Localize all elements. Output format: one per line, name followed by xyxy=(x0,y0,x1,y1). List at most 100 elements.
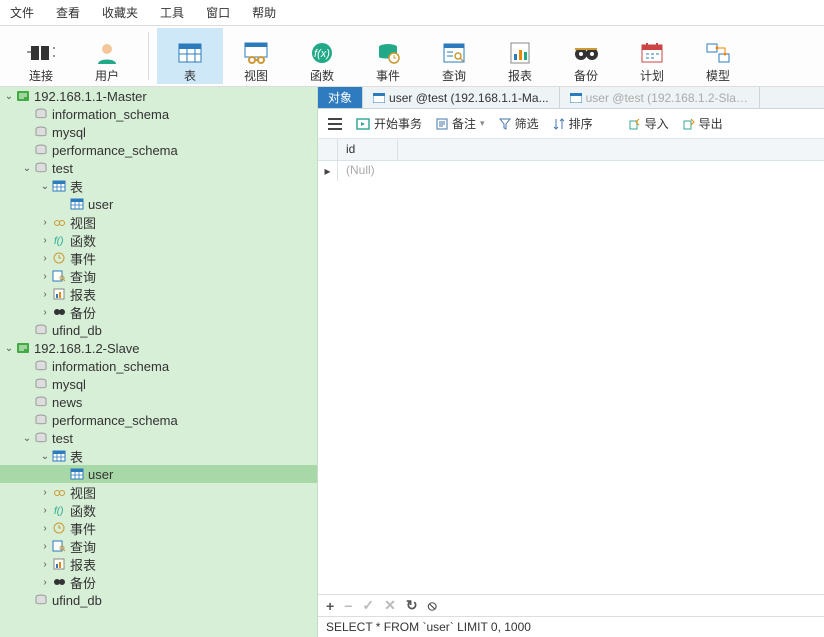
cancel-button[interactable]: ✕ xyxy=(384,597,396,614)
toolbar-backup-button[interactable]: 备份 xyxy=(553,28,619,84)
tab-user-master[interactable]: user @test (192.168.1.1-Ma... xyxy=(363,87,560,108)
toolbar-user-button[interactable]: 用户 xyxy=(74,28,140,84)
menu-view[interactable]: 查看 xyxy=(56,4,80,21)
toolbar-event-button[interactable]: 事件 xyxy=(355,28,421,84)
tree-node-db[interactable]: ufind_db xyxy=(0,321,317,339)
tree-node-label: 事件 xyxy=(70,249,96,268)
tree-node-table[interactable]: user xyxy=(0,465,317,483)
expand-icon[interactable]: › xyxy=(40,487,50,498)
collapse-icon[interactable]: ⌄ xyxy=(4,91,14,102)
tree-node-views[interactable]: ›视图 xyxy=(0,483,317,501)
tree-node-conn[interactable]: ⌄192.168.1.2-Slave xyxy=(0,339,317,357)
tree-node-db[interactable]: ⌄test xyxy=(0,429,317,447)
tab-user-slave[interactable]: user @test (192.168.1.2-Slav... xyxy=(560,87,760,108)
expand-icon[interactable]: › xyxy=(40,559,50,570)
stop-button[interactable]: ⦸ xyxy=(428,597,437,614)
tab-objects[interactable]: 对象 xyxy=(318,87,363,108)
tree-node-tables[interactable]: ⌄表 xyxy=(0,447,317,465)
grid-cell[interactable]: (Null) xyxy=(338,161,398,181)
tree-node-db[interactable]: news xyxy=(0,393,317,411)
menu-favorites[interactable]: 收藏夹 xyxy=(102,4,138,21)
tree-node-db[interactable]: performance_schema xyxy=(0,141,317,159)
funcs-icon: f() xyxy=(51,233,67,247)
tree-node-events[interactable]: ›事件 xyxy=(0,519,317,537)
data-grid[interactable]: id ▸ (Null) xyxy=(318,139,824,594)
tree-node-conn[interactable]: ⌄192.168.1.1-Master xyxy=(0,87,317,105)
menu-tools[interactable]: 工具 xyxy=(160,4,184,21)
toolbar-schedule-button[interactable]: 计划 xyxy=(619,28,685,84)
table-toolbar: 开始事务 备注 ▾ 筛选 排序 导入 导出 xyxy=(318,109,824,139)
table-icon xyxy=(69,197,85,211)
tree-node-label: 报表 xyxy=(70,555,96,574)
expand-icon[interactable]: › xyxy=(40,289,50,300)
toolbar-label: 计划 xyxy=(640,67,664,84)
delete-row-button[interactable]: − xyxy=(344,598,352,614)
menu-file[interactable]: 文件 xyxy=(10,4,34,21)
hamburger-icon[interactable] xyxy=(328,118,342,130)
db-icon xyxy=(33,431,49,445)
expand-icon[interactable]: › xyxy=(40,217,50,228)
db-icon xyxy=(33,107,49,121)
tree-node-queries[interactable]: ›查询 xyxy=(0,267,317,285)
column-header-id[interactable]: id xyxy=(338,139,398,160)
events-icon xyxy=(51,521,67,535)
grid-row[interactable]: ▸ (Null) xyxy=(318,161,824,181)
begin-transaction-button[interactable]: 开始事务 xyxy=(356,115,422,132)
tree-node-queries[interactable]: ›查询 xyxy=(0,537,317,555)
tree-node-reports[interactable]: › 报表 xyxy=(0,555,317,573)
expand-icon[interactable]: › xyxy=(40,505,50,516)
collapse-icon[interactable]: ⌄ xyxy=(40,451,50,462)
collapse-icon[interactable]: ⌄ xyxy=(22,433,32,444)
tree-node-db[interactable]: information_schema xyxy=(0,105,317,123)
tree-node-db[interactable]: ufind_db xyxy=(0,591,317,609)
memo-button[interactable]: 备注 ▾ xyxy=(436,115,485,132)
expand-icon[interactable]: › xyxy=(40,271,50,282)
expand-icon[interactable]: › xyxy=(40,235,50,246)
tree-node-reports[interactable]: ›报表 xyxy=(0,285,317,303)
expand-icon[interactable]: › xyxy=(40,307,50,318)
collapse-icon[interactable]: ⌄ xyxy=(40,181,50,192)
db-icon xyxy=(33,143,49,157)
toolbar-function-button[interactable]: f(x)函数 xyxy=(289,28,355,84)
toolbar-report-button[interactable]: 报表 xyxy=(487,28,553,84)
import-button[interactable]: 导入 xyxy=(629,115,669,132)
filter-button[interactable]: 筛选 xyxy=(499,115,539,132)
toolbar-model-button[interactable]: 模型 xyxy=(685,28,751,84)
expand-icon[interactable]: › xyxy=(40,253,50,264)
collapse-icon[interactable]: ⌄ xyxy=(22,163,32,174)
toolbar-query-button[interactable]: 查询 xyxy=(421,28,487,84)
db-icon xyxy=(33,161,49,175)
tree-node-db[interactable]: mysql xyxy=(0,123,317,141)
tree-node-tables[interactable]: ⌄表 xyxy=(0,177,317,195)
tree-node-db[interactable]: information_schema xyxy=(0,357,317,375)
toolbar-view-button[interactable]: 视图 xyxy=(223,28,289,84)
tree-node-table[interactable]: user xyxy=(0,195,317,213)
tree-node-db[interactable]: mysql xyxy=(0,375,317,393)
expand-icon[interactable]: › xyxy=(40,523,50,534)
tree-node-events[interactable]: › 事件 xyxy=(0,249,317,267)
tree-node-funcs[interactable]: ›f()函数 xyxy=(0,501,317,519)
tree-node-label: mysql xyxy=(52,377,86,392)
toolbar-connection-button[interactable]: 连接 xyxy=(8,28,74,84)
expand-icon[interactable]: › xyxy=(40,577,50,588)
tables-icon xyxy=(51,449,67,463)
menu-help[interactable]: 帮助 xyxy=(252,4,276,21)
tree-node-backups[interactable]: ›备份 xyxy=(0,303,317,321)
apply-button[interactable]: ✓ xyxy=(362,597,374,614)
schedule-icon xyxy=(638,41,666,65)
svg-text:f(): f() xyxy=(54,506,63,516)
expand-icon[interactable]: › xyxy=(40,541,50,552)
collapse-icon[interactable]: ⌄ xyxy=(4,343,14,354)
add-row-button[interactable]: + xyxy=(326,598,334,614)
tree-node-db[interactable]: ⌄test xyxy=(0,159,317,177)
tree-node-db[interactable]: performance_schema xyxy=(0,411,317,429)
toolbar-table-button[interactable]: 表 xyxy=(157,28,223,84)
tree-node-views[interactable]: ›视图 xyxy=(0,213,317,231)
menu-window[interactable]: 窗口 xyxy=(206,4,230,21)
tree-node-backups[interactable]: ›备份 xyxy=(0,573,317,591)
export-button[interactable]: 导出 xyxy=(683,115,723,132)
sort-button[interactable]: 排序 xyxy=(553,115,593,132)
tree-node-funcs[interactable]: ›f()函数 xyxy=(0,231,317,249)
connection-tree[interactable]: ⌄192.168.1.1-Masterinformation_schemamys… xyxy=(0,87,318,637)
refresh-button[interactable]: ↻ xyxy=(406,597,418,614)
